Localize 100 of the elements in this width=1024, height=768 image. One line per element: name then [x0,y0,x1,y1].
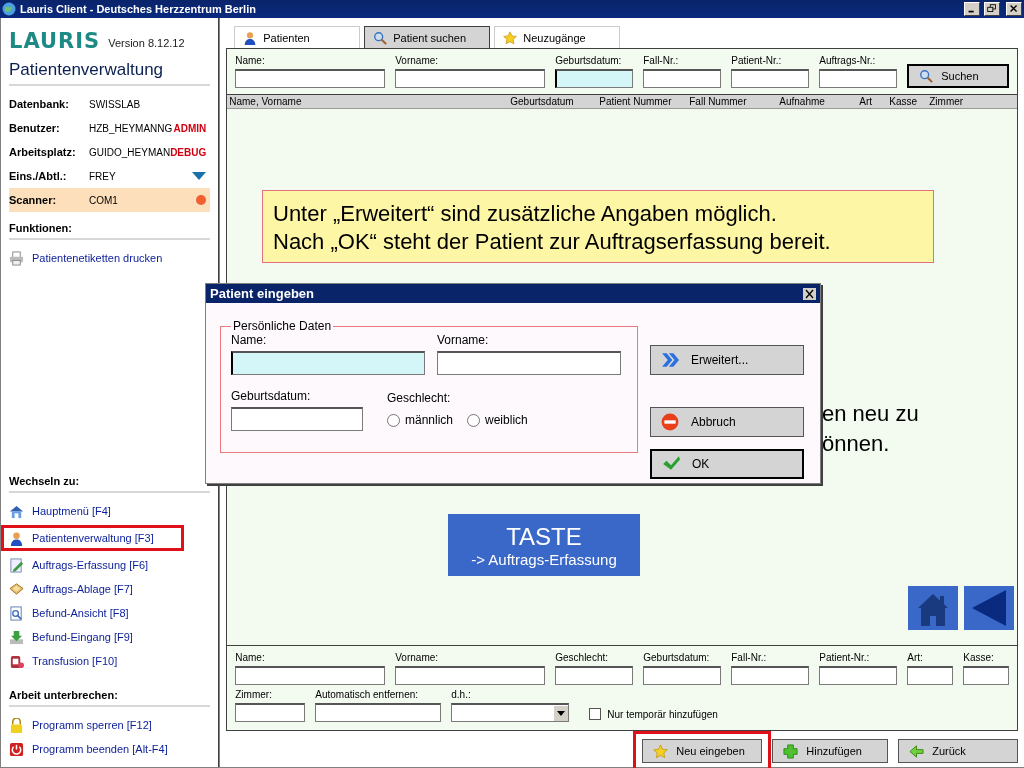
person-icon [243,30,258,45]
input-field[interactable] [819,666,898,685]
field-label: Patient-Nr.: [819,652,871,663]
arrow-left-icon [909,743,925,759]
power-icon [9,741,24,757]
close-button[interactable] [803,287,816,300]
dialog-button[interactable]: OK [650,449,804,479]
input-field[interactable] [235,69,386,88]
footer-button[interactable]: Zurück [898,739,1019,763]
input-field[interactable] [437,351,621,375]
field-label: Geburtsdatum: [555,55,623,66]
input-field[interactable] [395,666,546,685]
tab[interactable]: Patienten [234,26,361,48]
input-field[interactable] [235,666,386,685]
tab[interactable]: Neuzugänge [494,26,621,48]
nav-link[interactable]: Befund-Eingang [F9] [9,627,133,647]
input-field[interactable] [963,666,1010,685]
input-field[interactable] [315,703,442,722]
globe-icon [2,2,16,16]
column-header[interactable]: Fall Nummer [689,96,780,107]
input-field[interactable] [731,69,810,88]
input-field[interactable] [235,703,306,722]
input-field[interactable] [231,351,425,375]
input-field[interactable] [643,666,722,685]
input-field[interactable] [731,666,810,685]
nav-link[interactable]: Auftrags-Ablage [F7] [9,579,133,599]
nav-link[interactable]: Befund-Ansicht [F8] [9,603,129,623]
radio-button[interactable] [387,413,400,427]
person-icon [9,530,24,546]
field-label: Automatisch entfernen: [315,689,420,700]
nav-link[interactable]: Auftrags-Erfassung [F6] [9,555,149,575]
checkbox-label[interactable]: Nur temporär hinzufügen [589,708,718,720]
key-hint-title: TASTE [506,522,582,551]
field-label: Patient-Nr.: [731,55,783,66]
field-label: Fall-Nr.: [731,652,768,663]
notepad-icon [9,557,24,573]
version-text: Version 8.12.12 [108,37,185,49]
info-value: GUIDO_HEYMAN [89,146,171,158]
column-header[interactable]: Geburtsdatum [510,96,600,107]
lock-icon [9,717,24,733]
field-label: Art: [907,652,924,663]
back-button[interactable] [964,586,1014,630]
checkbox[interactable] [589,708,602,720]
magnifier-document-icon [9,605,24,621]
group-title: Persönliche Daten [232,319,333,333]
info-value: FREY [89,170,117,182]
nav-link[interactable]: Programm sperren [F12] [9,715,152,735]
info-value: SWISSLAB [89,98,142,110]
column-header[interactable]: Name, Vorname [229,96,511,107]
input-field[interactable] [907,666,954,685]
key-hint-text: -> Auftrags-Erfassung [471,550,617,568]
dropdown-field[interactable] [451,703,570,722]
close-button[interactable] [1006,2,1022,16]
window-title: Lauris Client - Deutsches Herzzentrum Berlin [20,3,257,15]
role-label: DEBUG [170,146,207,158]
tab[interactable]: Patient suchen [364,26,491,48]
input-field[interactable] [819,69,898,88]
nav-link[interactable]: Hauptmenü [F4] [9,501,111,521]
radio-button[interactable] [467,413,481,427]
column-header[interactable]: Aufnahme [779,96,860,107]
callout-text: en neu zu [822,401,919,427]
double-chevron-icon [661,351,679,369]
restore-button[interactable] [984,2,1000,16]
nav-link[interactable]: Patientenetiketten drucken [9,248,163,268]
field-label: Zimmer: [235,689,273,700]
nav-link[interactable]: Patientenverwaltung [F3] [1,525,184,551]
module-title: Patientenverwaltung [9,60,211,86]
nav-link[interactable]: Programm beenden [Alt-F4] [9,739,168,759]
input-field[interactable] [643,69,722,88]
stop-sign-icon [661,413,679,431]
column-header[interactable]: Kasse [889,96,930,107]
house-icon [9,503,24,519]
search-button[interactable]: Suchen [907,64,1010,88]
star-icon [503,30,518,45]
input-field[interactable] [395,69,546,88]
info-label: Scanner: [9,194,58,206]
input-field[interactable] [555,666,634,685]
footer-button[interactable]: Hinzufügen [772,739,889,763]
column-header[interactable]: Zimmer [929,96,1018,107]
plus-icon [783,743,799,759]
radio-option[interactable]: männlich [387,413,454,427]
tray-icon [9,581,24,597]
footer-button[interactable]: Neu eingeben [633,731,772,768]
minimize-button[interactable] [964,2,980,16]
dialog-button[interactable]: Abbruch [650,407,804,437]
info-value: HZB_HEYMANNG [89,122,174,134]
field-label: Vorname: [437,333,490,347]
dialog-button[interactable]: Erweitert... [650,345,804,375]
column-header[interactable]: Art [859,96,890,107]
dropdown-arrow-icon[interactable] [192,172,207,180]
input-field[interactable] [555,69,634,88]
search-icon [373,30,388,45]
section-heading: Funktionen: [9,222,211,240]
input-field[interactable] [231,407,363,431]
column-header[interactable]: Patient Nummer [599,96,690,107]
nav-link[interactable]: Transfusion [F10] [9,651,118,671]
field-label: Name: [235,55,266,66]
logo: LAURIS [9,30,101,52]
field-label: Kasse: [963,652,995,663]
radio-option[interactable]: weiblich [467,413,528,427]
